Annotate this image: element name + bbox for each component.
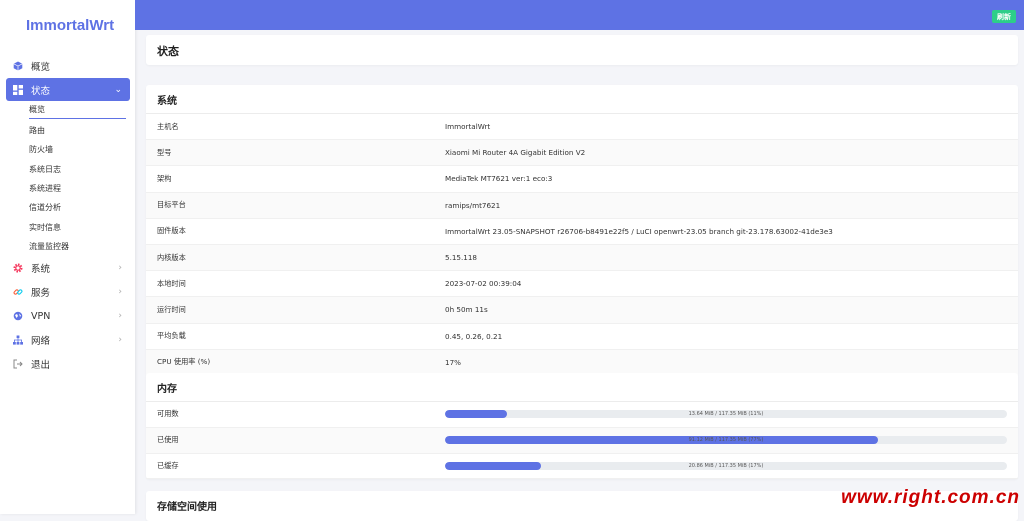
table-row: 目标平台 ramips/mt7621	[146, 192, 1018, 219]
submenu-item-channel-analysis[interactable]: 信道分析	[29, 198, 135, 217]
table-row: 内核版本 5.15.118	[146, 244, 1018, 272]
submenu-item-syslog[interactable]: 系统日志	[29, 160, 135, 179]
row-key: 架构	[157, 173, 172, 183]
table-row: 型号 Xiaomi Mi Router 4A Gigabit Edition V2	[146, 140, 1018, 167]
row-value: 17%	[445, 357, 461, 367]
sidebar-item-label: 状态	[31, 85, 51, 97]
progress-label: 20.86 MiB / 117.35 MiB (17%)	[688, 462, 764, 469]
sidebar-item-label: 退出	[31, 360, 51, 372]
sidebar-item-system[interactable]: 系统 ›	[6, 256, 130, 280]
row-value: 91.12 MiB / 117.35 MiB (77%)	[445, 436, 1018, 445]
row-value: ImmortalWrt	[445, 122, 491, 132]
memory-section: 内存 可用数 13.64 MiB / 117.35 MiB (11%) 已使用 …	[146, 373, 1018, 480]
progress-bar: 20.86 MiB / 117.35 MiB (17%)	[445, 461, 1007, 470]
sidebar-item-vpn[interactable]: VPN ›	[6, 304, 130, 328]
row-key: 主机名	[157, 121, 179, 131]
table-row: 固件版本 ImmortalWrt 23.05-SNAPSHOT r26706-b8…	[146, 219, 1018, 245]
sidebar-item-label: 服务	[31, 288, 51, 300]
submenu-item-overview[interactable]: 概览	[29, 101, 126, 119]
progress-label: 13.64 MiB / 117.35 MiB (11%)	[688, 411, 764, 418]
progress-label: 91.12 MiB / 117.35 MiB (77%)	[688, 437, 764, 444]
table-row: 运行时间 0h 50m 11s	[146, 297, 1018, 324]
row-value: ImmortalWrt 23.05-SNAPSHOT r26706-b8491e…	[445, 226, 833, 236]
logout-icon	[13, 359, 23, 369]
chevron-down-icon: ⌄	[114, 84, 122, 95]
page-title: 状态	[157, 45, 179, 58]
sidebar-item-network[interactable]: 网络 ›	[6, 328, 130, 352]
submenu-item-routes[interactable]: 路由	[29, 121, 135, 140]
system-section: 系统 主机名 ImmortalWrt 型号 Xiaomi Mi Router 4A …	[146, 85, 1018, 376]
row-value: 0.45, 0.26, 0.21	[445, 331, 503, 341]
top-bar: 刷新	[135, 0, 1024, 30]
row-value: 13.64 MiB / 117.35 MiB (11%)	[445, 410, 1018, 419]
row-key: 已缓存	[157, 460, 179, 470]
vpn-icon	[13, 311, 23, 321]
sidebar-item-services[interactable]: 服务 ›	[6, 280, 130, 304]
status-submenu: 概览 路由 防火墙 系统日志 系统进程 信道分析 实时信息 流量监控器	[29, 101, 135, 256]
chevron-right-icon: ›	[118, 287, 122, 298]
sidebar-item-overview[interactable]: 概览	[6, 54, 130, 78]
link-icon	[13, 287, 23, 297]
sidebar: ImmortalWrt 概览 状态 ⌄ 概览 路由 防火墙 系统日志 系统进程 …	[0, 0, 135, 514]
sidebar-item-logout[interactable]: 退出	[6, 352, 130, 376]
submenu-item-firewall[interactable]: 防火墙	[29, 140, 135, 159]
table-row: 已缓存 20.86 MiB / 117.35 MiB (17%)	[146, 454, 1018, 480]
row-value: 2023-07-02 00:39:04	[445, 279, 522, 289]
table-row: 平均负载 0.45, 0.26, 0.21	[146, 324, 1018, 350]
row-value: ramips/mt7621	[445, 200, 501, 210]
row-key: 本地时间	[157, 278, 186, 288]
row-key: 已使用	[157, 435, 179, 445]
row-key: 型号	[157, 147, 172, 157]
section-title: 内存	[146, 373, 1018, 402]
row-key: 运行时间	[157, 304, 186, 314]
sidebar-item-label: VPN	[31, 310, 51, 322]
refresh-button[interactable]: 刷新	[992, 10, 1016, 23]
row-value: 5.15.118	[445, 253, 478, 263]
row-key: 内核版本	[157, 252, 186, 262]
section-title: 系统	[146, 85, 1018, 114]
cube-icon	[13, 61, 23, 71]
chevron-right-icon: ›	[118, 335, 122, 346]
progress-bar: 91.12 MiB / 117.35 MiB (77%)	[445, 436, 1007, 445]
page-title-card: 状态	[146, 35, 1018, 65]
watermark: www.right.com.cn	[841, 487, 1020, 508]
table-row: 本地时间 2023-07-02 00:39:04	[146, 271, 1018, 298]
sidebar-nav: 概览 状态 ⌄ 概览 路由 防火墙 系统日志 系统进程 信道分析 实时信息 流量…	[0, 54, 135, 376]
row-value: Xiaomi Mi Router 4A Gigabit Edition V2	[445, 148, 586, 158]
sidebar-item-label: 系统	[31, 264, 51, 276]
sidebar-item-label: 概览	[31, 62, 51, 73]
progress-bar: 13.64 MiB / 117.35 MiB (11%)	[445, 410, 1007, 419]
table-row: 可用数 13.64 MiB / 117.35 MiB (11%)	[146, 402, 1018, 428]
chevron-right-icon: ›	[118, 263, 122, 274]
row-key: 平均负载	[157, 331, 186, 341]
row-value: 0h 50m 11s	[445, 305, 488, 315]
sidebar-item-status[interactable]: 状态 ⌄	[6, 78, 130, 101]
table-row: 已使用 91.12 MiB / 117.35 MiB (77%)	[146, 427, 1018, 454]
table-row: CPU 使用率 (%) 17%	[146, 349, 1018, 376]
row-key: 目标平台	[157, 200, 186, 210]
app-logo[interactable]: ImmortalWrt	[26, 17, 114, 34]
row-value: 20.86 MiB / 117.35 MiB (17%)	[445, 461, 1018, 470]
chevron-right-icon: ›	[118, 311, 122, 322]
submenu-item-traffic-monitor[interactable]: 流量监控器	[29, 237, 135, 256]
network-icon	[13, 335, 23, 345]
gear-icon	[13, 263, 23, 273]
row-value: MediaTek MT7621 ver:1 eco:3	[445, 174, 553, 184]
row-key: 固件版本	[157, 226, 186, 236]
table-row: 架构 MediaTek MT7621 ver:1 eco:3	[146, 166, 1018, 193]
row-key: CPU 使用率 (%)	[157, 357, 211, 367]
sidebar-item-label: 网络	[31, 336, 51, 348]
submenu-item-realtime[interactable]: 实时信息	[29, 217, 135, 236]
dashboard-icon	[13, 84, 23, 95]
row-key: 可用数	[157, 409, 179, 419]
table-row: 主机名 ImmortalWrt	[146, 114, 1018, 141]
submenu-item-processes[interactable]: 系统进程	[29, 179, 135, 198]
